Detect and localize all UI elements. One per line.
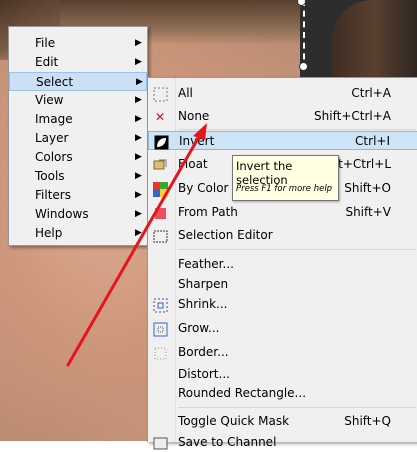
tooltip-help-text: Press F1 for more help: [236, 184, 333, 194]
menu-separator: [178, 129, 416, 130]
submenu-arrow-icon: ▶: [135, 209, 142, 219]
menu-item-shortcut: Shift+Ctrl+A: [314, 109, 391, 123]
menu-item-sharpen[interactable]: Sharpen: [148, 275, 417, 294]
menu-item-shortcut: Ctrl+I: [355, 134, 390, 148]
submenu-arrow-icon: ▶: [135, 152, 142, 162]
by-color-icon: [152, 181, 168, 197]
menu-item-shortcut: Shift+V: [345, 205, 391, 219]
grow-icon: [152, 321, 168, 337]
menu-item-select-all[interactable]: All Ctrl+A: [148, 84, 417, 103]
menu-item-windows[interactable]: Windows ▶: [9, 205, 147, 224]
submenu-arrow-icon: ▶: [135, 95, 142, 105]
menu-item-from-path[interactable]: From Path Shift+V: [148, 203, 417, 222]
path-node-handle[interactable]: [299, 62, 308, 71]
menu-item-shortcut: Ctrl+A: [351, 86, 391, 100]
float-icon: [152, 157, 168, 173]
menu-item-label: Windows: [35, 207, 89, 221]
menu-item-label: Rounded Rectangle...: [178, 386, 307, 400]
menu-item-save-to-channel[interactable]: Save to Channel: [148, 433, 417, 452]
submenu-arrow-icon: ▶: [136, 77, 143, 87]
menu-item-toggle-quick-mask[interactable]: Toggle Quick Mask Shift+Q: [148, 412, 417, 431]
menu-item-label: Image: [35, 112, 73, 126]
menu-item-border[interactable]: Border...: [148, 343, 417, 362]
menu-item-label: Float: [178, 157, 208, 171]
from-path-icon: [152, 205, 168, 221]
menu-item-label: Save to Channel: [178, 435, 277, 449]
menu-item-filters[interactable]: Filters ▶: [9, 186, 147, 205]
menu-item-label: Help: [35, 226, 63, 240]
submenu-arrow-icon: ▶: [135, 38, 142, 48]
menu-item-label: Distort...: [178, 367, 230, 381]
menu-item-label: Shrink...: [178, 297, 228, 311]
menu-item-label: Invert: [179, 134, 215, 148]
submenu-arrow-icon: ▶: [135, 190, 142, 200]
menu-item-image[interactable]: Image ▶: [9, 110, 147, 129]
image-context-menu: File ▶ Edit ▶ Select ▶ View ▶ Image ▶ La…: [8, 26, 148, 246]
menu-item-label: Feather...: [178, 257, 234, 271]
menu-item-label: All: [178, 86, 193, 100]
menu-item-label: Colors: [35, 150, 73, 164]
menu-item-shrink[interactable]: Shrink...: [148, 295, 417, 314]
submenu-arrow-icon: ▶: [135, 228, 142, 238]
menu-item-label: From Path: [178, 205, 238, 219]
menu-item-distort[interactable]: Distort...: [148, 365, 417, 384]
menu-item-colors[interactable]: Colors ▶: [9, 148, 147, 167]
select-submenu: All Ctrl+A ✕ None Shift+Ctrl+A Invert Ct…: [147, 77, 417, 449]
invert-tooltip: Invert the selection Press F1 for more h…: [232, 155, 339, 201]
menu-item-select[interactable]: Select ▶: [9, 72, 147, 91]
menu-item-shortcut: Shift+Q: [344, 414, 391, 428]
selection-editor-icon: [152, 228, 168, 244]
menu-separator: [178, 407, 416, 408]
menu-item-label: Toggle Quick Mask: [178, 414, 290, 428]
selection-outline: [303, 0, 307, 70]
menu-item-invert[interactable]: Invert Ctrl+I: [148, 131, 417, 150]
menu-item-label: View: [35, 93, 64, 107]
menu-item-label: Edit: [35, 55, 59, 69]
menu-item-help[interactable]: Help ▶: [9, 224, 147, 243]
save-channel-icon: [152, 435, 168, 451]
submenu-arrow-icon: ▶: [135, 114, 142, 124]
menu-item-label: Border...: [178, 345, 229, 359]
menu-item-label: Select: [36, 75, 74, 89]
submenu-arrow-icon: ▶: [135, 57, 142, 67]
invert-icon: [153, 134, 169, 150]
menu-item-label: Tools: [35, 169, 65, 183]
menu-separator: [178, 249, 416, 250]
border-icon: [152, 345, 168, 361]
menu-item-label: Layer: [35, 131, 69, 145]
menu-item-label: File: [35, 36, 56, 50]
menu-item-selection-editor[interactable]: Selection Editor: [148, 226, 417, 245]
menu-item-select-none[interactable]: ✕ None Shift+Ctrl+A: [148, 107, 417, 126]
select-none-icon: ✕: [154, 109, 166, 124]
submenu-arrow-icon: ▶: [135, 171, 142, 181]
menu-item-rounded-rectangle[interactable]: Rounded Rectangle...: [148, 384, 417, 403]
menu-item-label: Filters: [35, 188, 71, 202]
shrink-icon: [152, 297, 168, 313]
tooltip-text: Invert the selection: [236, 159, 293, 187]
menu-item-grow[interactable]: Grow...: [148, 319, 417, 338]
menu-item-label: None: [178, 109, 210, 123]
menu-item-tools[interactable]: Tools ▶: [9, 167, 147, 186]
menu-item-edit[interactable]: Edit ▶: [9, 53, 147, 72]
menu-item-shortcut: Shift+O: [344, 181, 391, 195]
menu-item-file[interactable]: File ▶: [9, 34, 147, 53]
menu-item-layer[interactable]: Layer ▶: [9, 129, 147, 148]
menu-item-label: Selection Editor: [178, 228, 273, 242]
menu-item-label: Sharpen: [178, 277, 229, 291]
select-all-icon: [152, 86, 168, 102]
menu-item-view[interactable]: View ▶: [9, 91, 147, 110]
menu-item-label: By Color: [178, 181, 229, 195]
submenu-arrow-icon: ▶: [135, 133, 142, 143]
menu-item-feather[interactable]: Feather...: [148, 255, 417, 274]
menu-item-label: Grow...: [178, 321, 220, 335]
